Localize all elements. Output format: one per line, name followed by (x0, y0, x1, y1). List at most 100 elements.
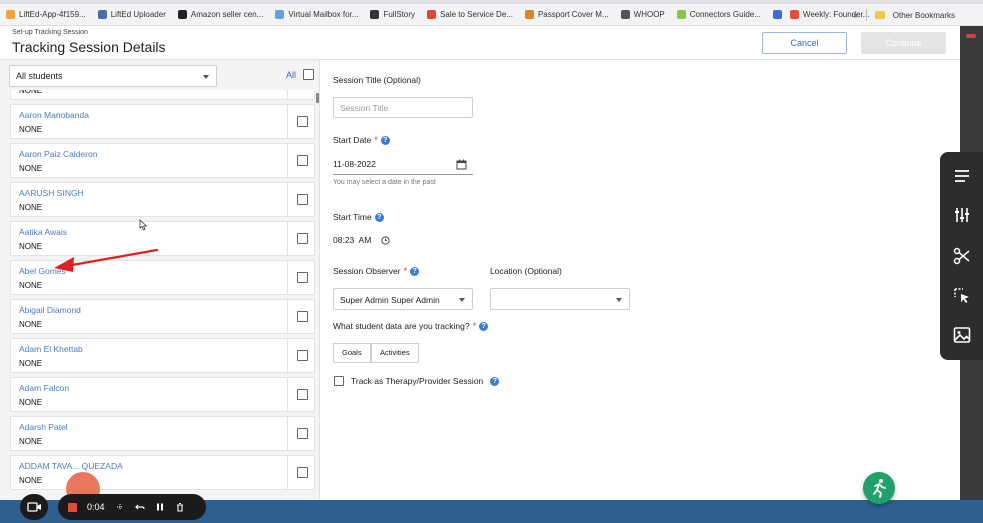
breadcrumb[interactable]: Set-up Tracking Session (12, 29, 88, 36)
student-name[interactable]: Aaron Paiz Calderon (19, 149, 97, 159)
activities-toggle[interactable]: Activities (371, 343, 419, 363)
student-status: NONE (19, 164, 43, 173)
bookmark-item[interactable]: LiftEd-App-4f159... (6, 10, 86, 19)
location-select[interactable] (490, 288, 630, 310)
student-name[interactable]: Adarsh Patel (19, 422, 68, 432)
student-checkbox[interactable] (297, 467, 308, 478)
therapy-session-label-text[interactable]: Track as Therapy/Provider Session (351, 376, 483, 386)
student-row[interactable]: Adarsh Patel NONE (10, 416, 315, 451)
scissors-icon[interactable] (952, 246, 972, 266)
start-date-field[interactable]: 11-08-2022 (333, 159, 473, 175)
continue-button[interactable]: Continue (861, 32, 946, 54)
student-row[interactable]: ADDAM TAVA... QUEZADA NONE (10, 455, 315, 490)
student-checkbox[interactable] (297, 233, 308, 244)
bookmark-favicon-icon (789, 10, 799, 19)
tracking-data-label: What student data are you tracking? * ? (333, 321, 489, 331)
bookmark-item[interactable]: Passport Cover M... (524, 10, 609, 19)
student-row[interactable]: Adam El Khettab NONE (10, 338, 315, 373)
help-icon[interactable]: ? (479, 321, 489, 331)
stop-recording-icon[interactable] (68, 502, 77, 512)
cursor-select-icon[interactable] (952, 286, 972, 306)
chevron-down-icon (203, 75, 209, 79)
chevron-down-icon (616, 298, 622, 302)
bookmark-label: Passport Cover M... (537, 10, 609, 19)
other-bookmarks-link[interactable]: Other Bookmarks (893, 11, 955, 20)
student-checkbox[interactable] (297, 389, 308, 400)
student-name[interactable]: Abigail Diamond (19, 305, 81, 315)
student-row[interactable]: Aaron Manobanda NONE (10, 104, 315, 139)
student-name[interactable]: Adam El Khettab (19, 344, 83, 354)
bookmark-item[interactable]: Sale to Service De... (427, 10, 513, 19)
required-mark: * (472, 321, 477, 331)
select-all-checkbox[interactable] (303, 69, 314, 80)
student-checkbox[interactable] (297, 272, 308, 283)
clock-icon[interactable] (381, 236, 390, 245)
bookmark-list: LiftEd-App-4f159... LiftEd Uploader Amazon… (6, 10, 881, 19)
tool-panel (940, 152, 983, 360)
bookmarks-more-chevron[interactable]: » (853, 11, 857, 20)
student-row[interactable]: Aatika Awais NONE (10, 221, 315, 256)
student-checkbox[interactable] (297, 155, 308, 166)
image-icon[interactable] (952, 325, 972, 345)
calendar-icon[interactable] (456, 159, 467, 170)
bookmark-favicon-icon (177, 10, 187, 19)
student-checkbox[interactable] (297, 428, 308, 439)
runner-icon (873, 479, 886, 498)
student-name[interactable]: ADDAM TAVA... QUEZADA (19, 461, 123, 471)
start-date-label: Start Date * ? (333, 135, 390, 145)
student-checkbox[interactable] (297, 116, 308, 127)
student-row[interactable]: Abigail Diamond NONE (10, 299, 315, 334)
required-mark: * (403, 266, 408, 276)
student-name[interactable]: AARUSH SINGH (19, 188, 84, 198)
session-title-input[interactable]: Session Title (333, 97, 473, 118)
grid-dots-icon[interactable] (115, 502, 125, 512)
student-row[interactable]: Aahil AhahNONE (10, 90, 315, 100)
student-filter-select[interactable]: All students (9, 65, 217, 87)
location-label-text: Location (Optional) (490, 266, 562, 276)
student-name[interactable]: Aaron Manobanda (19, 110, 89, 120)
help-icon[interactable]: ? (374, 212, 384, 222)
window-badge (966, 34, 976, 38)
tracking-data-label-text: What student data are you tracking? (333, 321, 470, 331)
bookmark-label: Sale to Service De... (440, 10, 513, 19)
help-icon[interactable]: ? (490, 376, 500, 386)
student-row[interactable]: Adam Falcon NONE (10, 377, 315, 412)
bookmark-item[interactable] (772, 10, 786, 19)
pause-icon[interactable] (155, 502, 165, 512)
menu-lines-icon[interactable] (952, 166, 972, 186)
goals-toggle[interactable]: Goals (333, 343, 371, 363)
student-checkbox[interactable] (297, 350, 308, 361)
list-scrollbar[interactable] (316, 93, 319, 103)
therapy-session-checkbox[interactable] (334, 376, 344, 386)
chevron-down-icon (459, 298, 465, 302)
recorder-camera-button[interactable] (20, 494, 48, 520)
help-icon[interactable]: ? (410, 266, 420, 276)
help-icon[interactable]: ? (380, 135, 390, 145)
bookmark-item[interactable]: Virtual Mailbox for... (275, 10, 358, 19)
bookmark-item[interactable]: LiftEd Uploader (97, 10, 166, 19)
student-status: NONE (19, 242, 43, 251)
folder-icon (874, 11, 885, 19)
session-form: Session Title (Optional) Session Title S… (320, 60, 960, 500)
student-row[interactable]: Abel Gomes NONE (10, 260, 315, 295)
select-all-label[interactable]: All (286, 70, 296, 80)
undo-icon[interactable] (134, 502, 145, 512)
bookmark-item[interactable]: Connectors Guide... (676, 10, 761, 19)
student-name[interactable]: Aatika Awais (19, 227, 67, 237)
student-checkbox[interactable] (297, 311, 308, 322)
session-observer-select[interactable]: Super Admin Super Admin (333, 288, 473, 310)
bookmark-item[interactable]: Amazon seller cen... (177, 10, 263, 19)
sliders-icon[interactable] (952, 205, 972, 225)
trash-icon[interactable] (175, 502, 185, 512)
student-name[interactable]: Adam Falcon (19, 383, 69, 393)
cancel-button[interactable]: Cancel (762, 32, 847, 54)
bookmark-item[interactable]: WHOOP (620, 10, 665, 19)
bookmark-favicon-icon (772, 10, 782, 19)
start-time-field[interactable]: 08:23 AM (333, 235, 391, 249)
student-row[interactable]: Aaron Paiz Calderon NONE (10, 143, 315, 178)
student-name[interactable]: Abel Gomes (19, 266, 66, 276)
bookmark-item[interactable]: FullStory (370, 10, 415, 19)
quick-track-fab[interactable] (863, 472, 895, 504)
student-checkbox[interactable] (297, 194, 308, 205)
student-row[interactable]: AARUSH SINGH NONE (10, 182, 315, 217)
